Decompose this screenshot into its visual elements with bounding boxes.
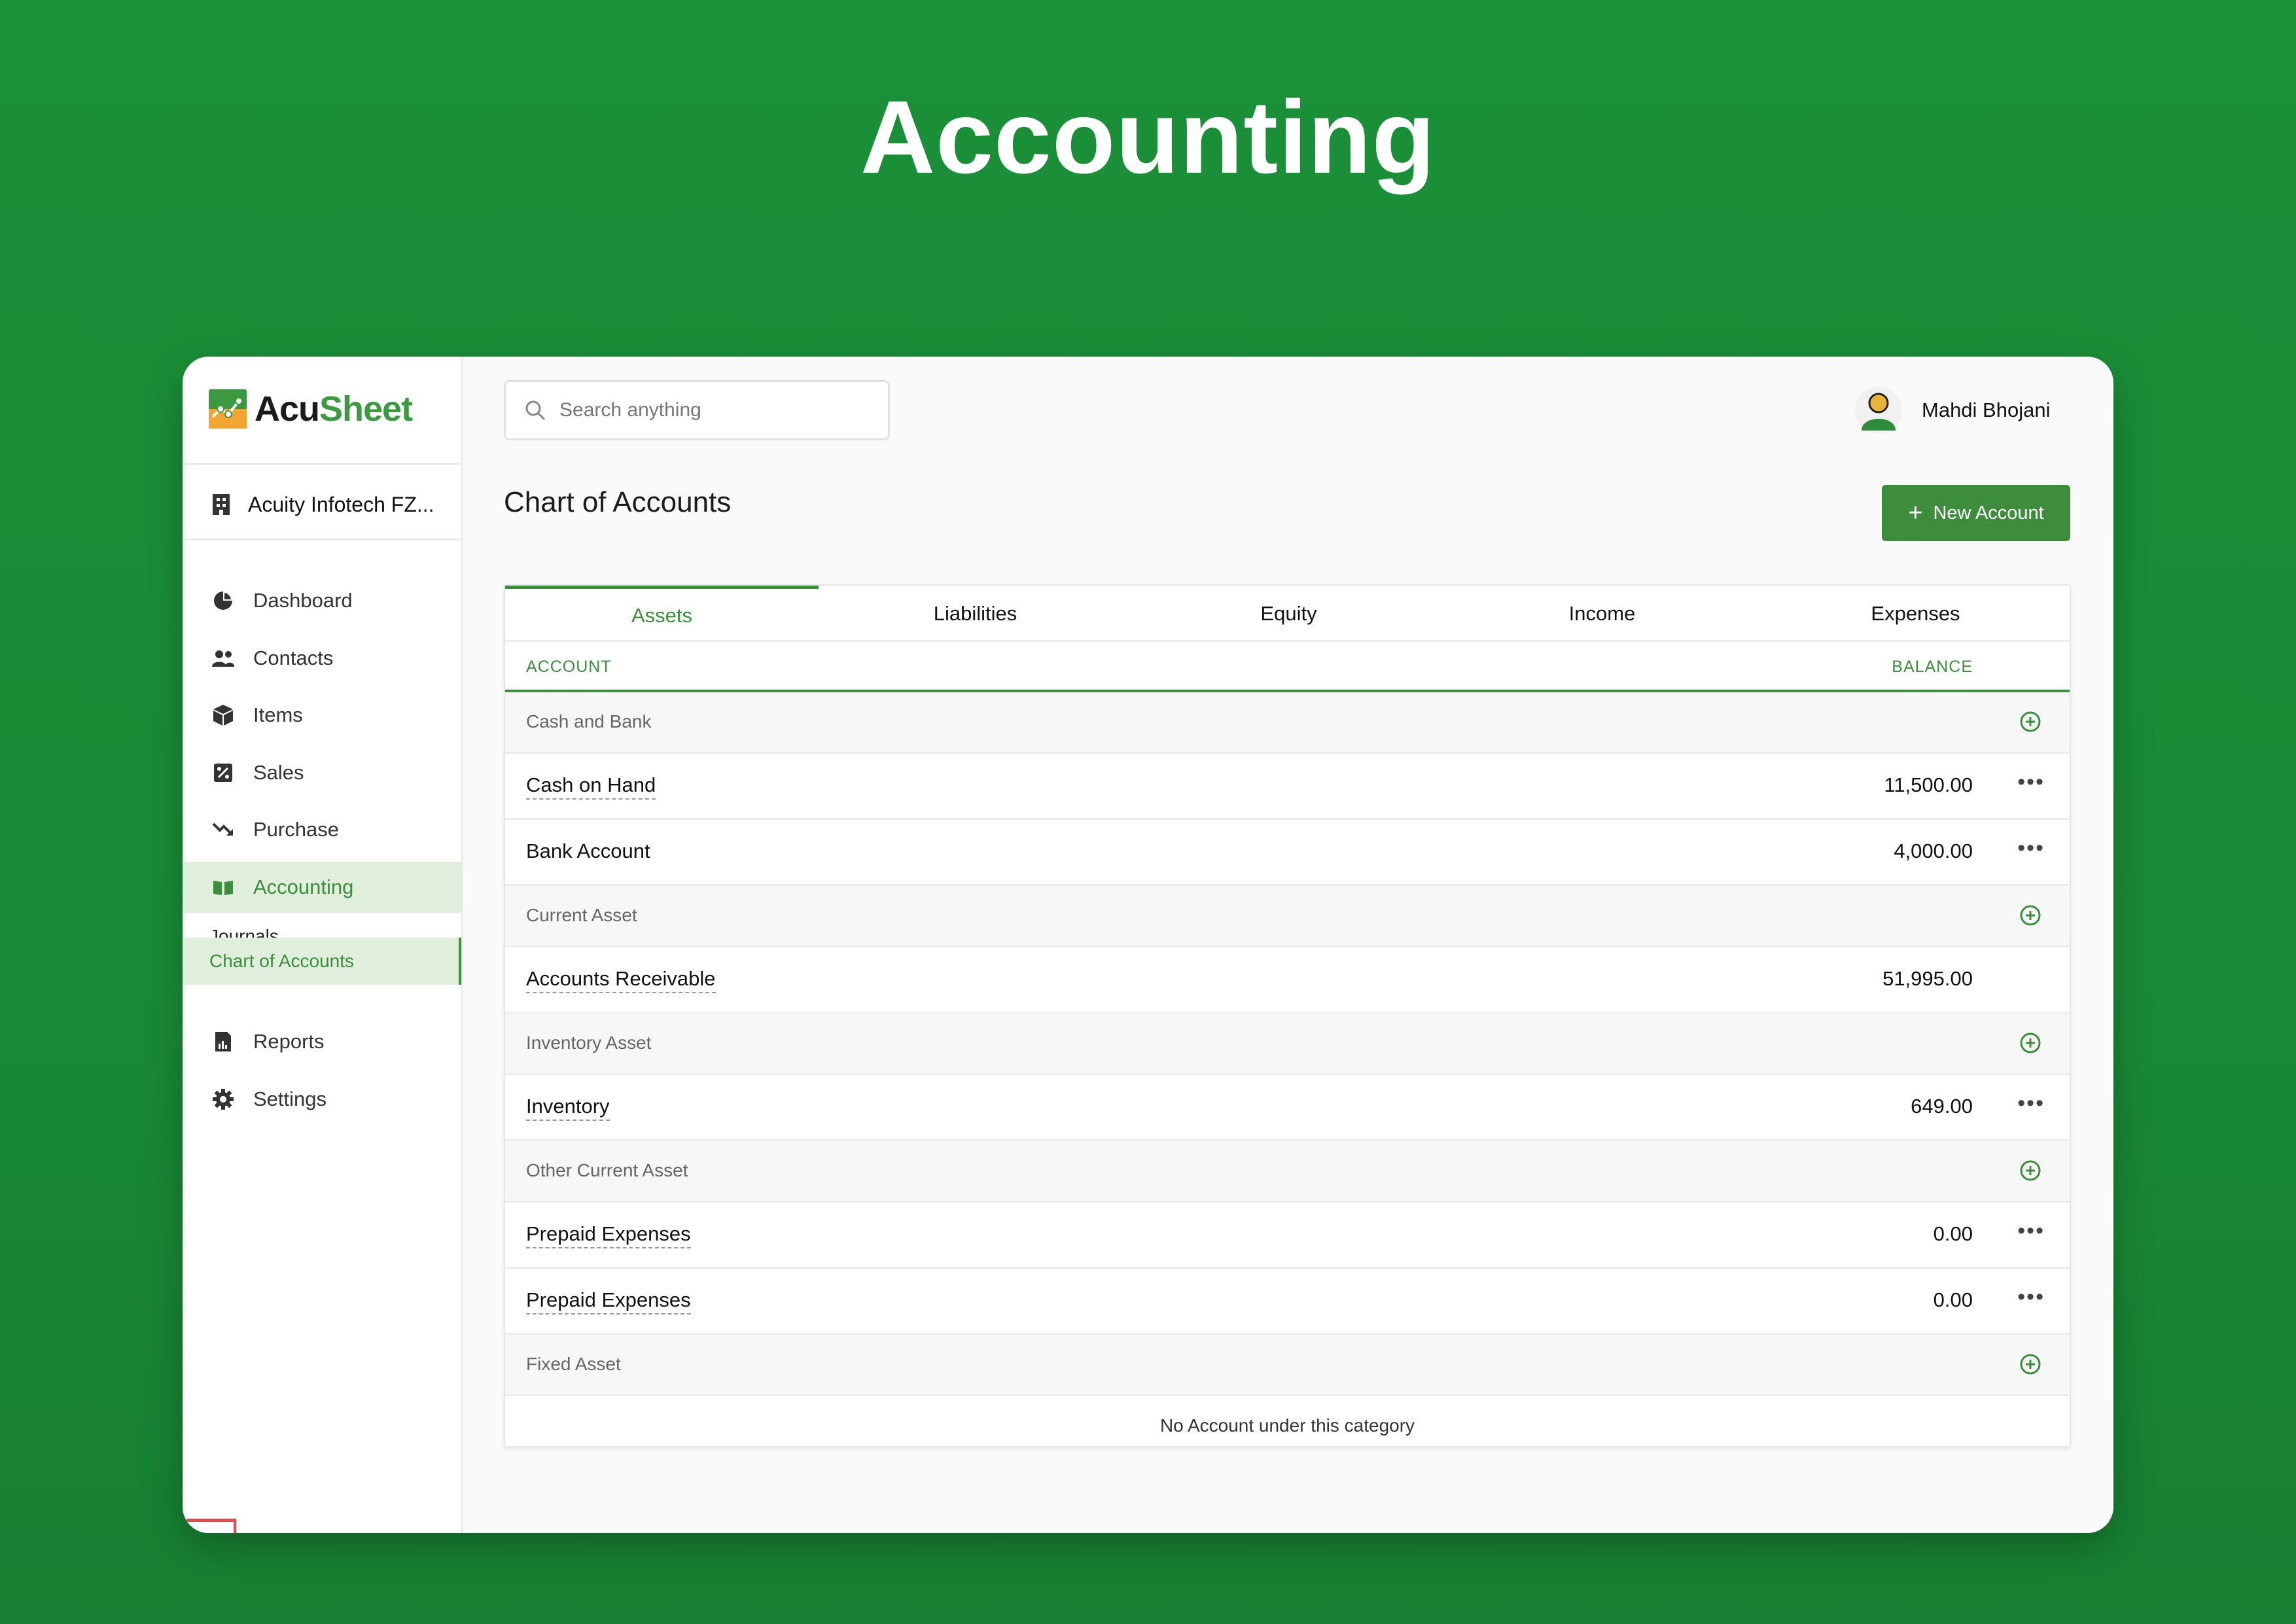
account-balance: 51,995.00 xyxy=(1882,967,1973,990)
account-name[interactable]: Accounts Receivable xyxy=(526,967,716,993)
new-account-label: New Account xyxy=(1933,502,2044,523)
sidebar-item-label: Accounting xyxy=(253,875,354,898)
account-balance: 0.00 xyxy=(1933,1222,1973,1245)
accounts-table: Assets Liabilities Equity Income Expense… xyxy=(504,584,2071,1447)
account-name[interactable]: Cash on Hand xyxy=(526,773,656,800)
group-row: Other Current Asset xyxy=(505,1141,2070,1203)
sidebar-item-purchase[interactable]: Purchase xyxy=(183,804,461,855)
report-icon xyxy=(211,1030,235,1053)
table-row[interactable]: Accounts Receivable 51,995.00 xyxy=(505,947,2070,1014)
sidebar-divider xyxy=(183,538,463,540)
sidebar-item-label: Contacts xyxy=(253,646,334,669)
logo-prefix: Acu xyxy=(255,389,320,429)
account-name[interactable]: Bank Account xyxy=(526,839,650,863)
avatar xyxy=(1855,387,1902,434)
user-menu[interactable]: Mahdi Bhojani xyxy=(1855,384,2050,436)
table-row[interactable]: Prepaid Expenses 0.00 ••• xyxy=(505,1203,2070,1269)
app-window: AcuSheet Acuity Infotech FZ... Dashboard… xyxy=(183,357,2113,1533)
more-options-icon[interactable]: ••• xyxy=(2017,1284,2045,1310)
sidebar-item-reports[interactable]: Reports xyxy=(183,1016,461,1067)
tab-assets[interactable]: Assets xyxy=(505,586,819,642)
sidebar-item-sales[interactable]: Sales xyxy=(183,747,461,798)
account-balance: 11,500.00 xyxy=(1884,773,1973,796)
sidebar-subitem-label: Chart of Accounts xyxy=(209,951,355,971)
add-circle-icon[interactable] xyxy=(2019,710,2042,733)
group-name: Cash and Bank xyxy=(526,711,652,732)
group-name: Current Asset xyxy=(526,905,637,925)
user-name: Mahdi Bhojani xyxy=(1922,398,2051,421)
plus-icon: + xyxy=(1908,499,1923,527)
add-circle-icon[interactable] xyxy=(2019,1352,2042,1376)
sidebar-item-accounting[interactable]: Accounting xyxy=(183,862,461,913)
new-account-button[interactable]: + New Account xyxy=(1882,485,2070,541)
table-row[interactable]: Inventory 649.00 ••• xyxy=(505,1075,2070,1141)
box-icon xyxy=(211,703,235,727)
logo-suffix: Sheet xyxy=(319,389,413,429)
sidebar-item-dashboard[interactable]: Dashboard xyxy=(183,575,461,626)
empty-state-message: No Account under this category xyxy=(1159,1415,1415,1436)
table-header: ACCOUNT BALANCE xyxy=(505,642,2070,692)
account-type-tabs: Assets Liabilities Equity Income Expense… xyxy=(505,586,2070,642)
search-input[interactable] xyxy=(559,399,874,421)
column-header-account: ACCOUNT xyxy=(526,658,612,676)
group-name: Inventory Asset xyxy=(526,1033,652,1053)
sidebar-item-label: Reports xyxy=(253,1030,325,1053)
more-options-icon[interactable]: ••• xyxy=(2017,769,2045,795)
sidebar-item-label: Items xyxy=(253,703,303,726)
sidebar-item-settings[interactable]: Settings xyxy=(183,1074,461,1125)
sidebar-item-label: Sales xyxy=(253,761,304,784)
add-circle-icon[interactable] xyxy=(2019,1031,2042,1055)
account-balance: 4,000.00 xyxy=(1894,839,1973,862)
group-row: Inventory Asset xyxy=(505,1014,2070,1075)
column-header-balance: BALANCE xyxy=(1892,658,1973,676)
tab-equity[interactable]: Equity xyxy=(1132,586,1445,642)
account-name[interactable]: Prepaid Expenses xyxy=(526,1288,691,1315)
table-row[interactable]: Cash on Hand 11,500.00 ••• xyxy=(505,754,2070,820)
group-row: Cash and Bank xyxy=(505,692,2070,754)
hero-title: Accounting xyxy=(860,80,1436,195)
pie-chart-icon xyxy=(211,589,235,612)
sidebar: AcuSheet Acuity Infotech FZ... Dashboard… xyxy=(183,357,463,1533)
table-row[interactable]: Prepaid Expenses 0.00 ••• xyxy=(505,1269,2070,1335)
logo-mark-icon xyxy=(209,389,247,429)
page-title: Chart of Accounts xyxy=(504,486,732,518)
percent-tag-icon xyxy=(211,761,235,785)
account-balance: 649.00 xyxy=(1911,1095,1973,1118)
sidebar-item-contacts[interactable]: Contacts xyxy=(183,633,461,684)
trend-down-icon xyxy=(211,818,235,841)
group-row: Fixed Asset xyxy=(505,1335,2070,1396)
building-icon xyxy=(211,493,231,516)
group-row: Current Asset xyxy=(505,886,2070,947)
sidebar-item-items[interactable]: Items xyxy=(183,690,461,741)
tab-income[interactable]: Income xyxy=(1445,586,1759,642)
organization-selector[interactable]: Acuity Infotech FZ... xyxy=(211,485,434,524)
account-balance: 0.00 xyxy=(1933,1288,1973,1311)
sidebar-subitem-chart-of-accounts[interactable]: Chart of Accounts xyxy=(183,938,461,985)
sidebar-item-label: Dashboard xyxy=(253,589,353,612)
add-circle-icon[interactable] xyxy=(2019,1159,2042,1182)
more-options-icon[interactable]: ••• xyxy=(2017,836,2045,861)
organization-name: Acuity Infotech FZ... xyxy=(248,492,434,516)
sidebar-divider xyxy=(183,463,463,465)
sidebar-item-label: Purchase xyxy=(253,818,339,841)
corner-marker xyxy=(186,1519,236,1533)
account-name[interactable]: Prepaid Expenses xyxy=(526,1222,691,1248)
tab-liabilities[interactable]: Liabilities xyxy=(819,586,1132,642)
account-name[interactable]: Inventory xyxy=(526,1095,610,1121)
table-row[interactable]: Bank Account 4,000.00 ••• xyxy=(505,820,2070,886)
gear-icon xyxy=(211,1087,235,1111)
tab-expenses[interactable]: Expenses xyxy=(1759,586,2072,642)
group-name: Fixed Asset xyxy=(526,1354,621,1374)
logo-text: AcuSheet xyxy=(255,389,413,429)
search-icon xyxy=(524,399,546,421)
group-name: Other Current Asset xyxy=(526,1160,688,1180)
app-logo[interactable]: AcuSheet xyxy=(209,388,413,430)
book-icon xyxy=(211,875,235,899)
more-options-icon[interactable]: ••• xyxy=(2017,1218,2045,1244)
search-box[interactable] xyxy=(504,380,890,440)
sidebar-item-label: Settings xyxy=(253,1087,327,1110)
people-icon xyxy=(211,646,235,670)
add-circle-icon[interactable] xyxy=(2019,904,2042,927)
more-options-icon[interactable]: ••• xyxy=(2017,1091,2045,1116)
